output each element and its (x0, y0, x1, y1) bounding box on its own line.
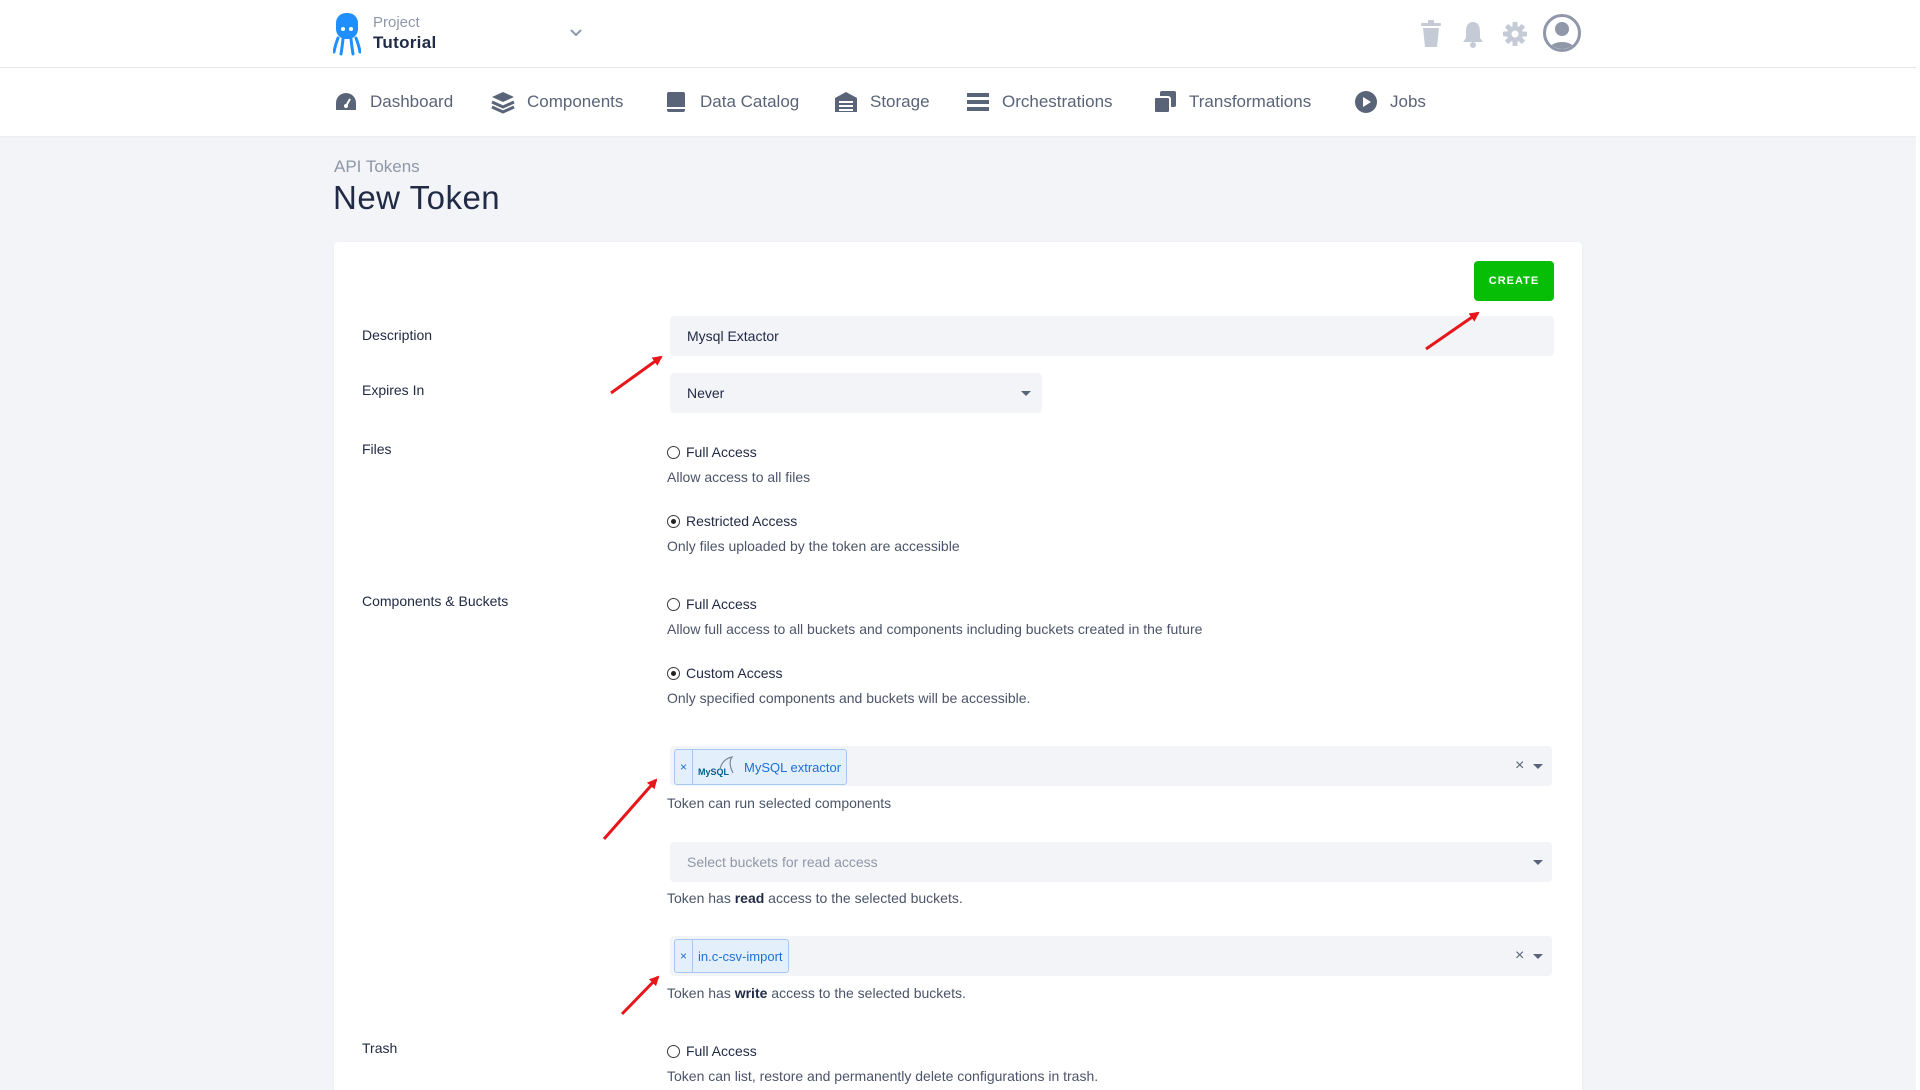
annotation-arrow-create (1425, 311, 1480, 351)
annotation-arrow-write-buckets (620, 975, 660, 1016)
annotation-arrows (602, 311, 1480, 1016)
annotation-arrow-description (610, 355, 663, 395)
annotation-arrow-components (602, 778, 658, 840)
